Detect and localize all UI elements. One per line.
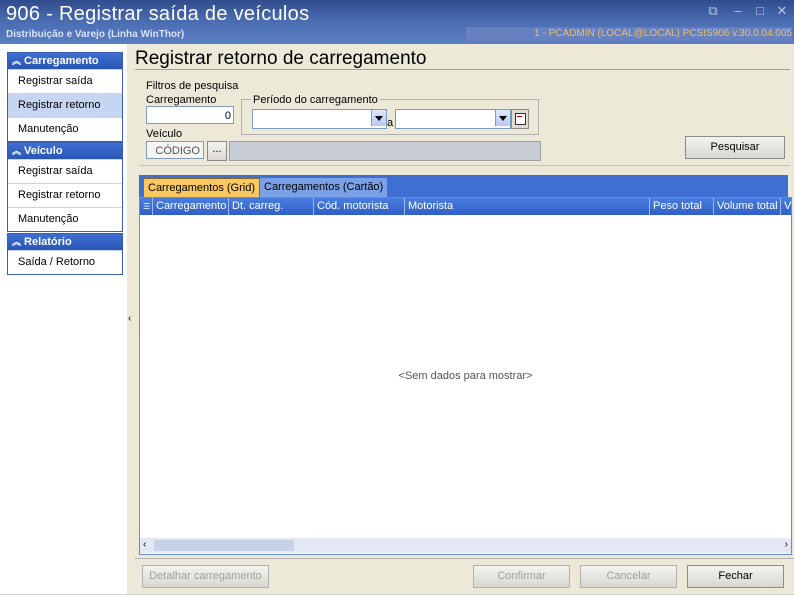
sidebar-group-relatorio: ︽ Relatório Saída / Retorno [7,233,123,275]
sidebar-item-registrar-retorno[interactable]: Registrar retorno [8,93,122,117]
sidebar-item-manutencao[interactable]: Manutenção [8,117,122,141]
date-from-field[interactable] [252,109,387,129]
cancel-button[interactable]: Cancelar [580,565,677,588]
sidebar-item-registrar-saida[interactable]: Registrar saída [8,159,122,183]
sidebar-group-title: Carregamento [24,55,99,67]
window-subtitle: Distribuição e Varejo (Linha WinThor) [6,29,185,40]
sidebar-group-veiculo: ︽ Veículo Registrar saída Registrar retor… [7,142,123,232]
horizontal-scrollbar[interactable]: ‹ › [140,538,791,553]
detail-button[interactable]: Detalhar carregamento [142,565,269,588]
carregamento-label: Carregamento [146,94,217,106]
sidebar-group-title: Veículo [24,145,63,157]
sidebar-group-carregamento: ︽ Carregamento Registrar saída Registrar … [7,52,123,142]
column-header-cod-motorista[interactable]: Cód. motorista [313,198,404,215]
title-bar: 906 - Registrar saída de veículos Distri… [0,0,794,44]
sidebar-item-registrar-retorno[interactable]: Registrar retorno [8,183,122,207]
collapse-arrow-icon[interactable]: ‹ [128,313,131,324]
column-header-volume-total[interactable]: Volume total [713,198,780,215]
sidebar-group-header[interactable]: ︽ Carregamento [8,53,122,69]
sidebar-group-header[interactable]: ︽ Relatório [8,234,122,250]
tab-carregamentos-grid[interactable]: Carregamentos (Grid) [143,178,260,198]
column-header-v[interactable]: V [780,198,792,215]
minimize-button[interactable]: – [730,4,746,18]
column-header-carregamento[interactable]: Carregamento [152,198,229,215]
sidebar: ︽ Carregamento Registrar saída Registrar … [0,44,127,594]
sidebar-item-registrar-saida[interactable]: Registrar saída [8,69,122,93]
scrollbar-thumb[interactable] [154,540,294,551]
chevron-down-icon[interactable] [495,110,510,126]
application-window: 906 - Registrar saída de veículos Distri… [0,0,794,594]
scroll-left-icon[interactable]: ‹ [143,539,146,550]
chevron-up-icon: ︽ [12,146,22,156]
window-title: 906 - Registrar saída de veículos [6,3,310,25]
scroll-right-icon[interactable]: › [785,539,788,550]
empty-grid-message: <Sem dados para mostrar> [398,370,533,382]
column-header-peso-total[interactable]: Peso total [649,198,713,215]
close-button[interactable]: ✕ [774,4,790,18]
confirm-button[interactable]: Confirmar [473,565,570,588]
date-separator: a [387,117,394,129]
sidebar-group-header[interactable]: ︽ Veículo [8,143,122,159]
close-window-button[interactable]: Fechar [687,565,784,588]
veiculo-description-field [229,141,541,161]
periodo-label: Período do carregamento [251,94,380,106]
column-header-motorista[interactable]: Motorista [404,198,649,215]
veiculo-lookup-button[interactable]: ... [207,141,227,161]
footer-bar: Detalhar carregamento Confirmar Cancelar… [135,558,794,595]
date-to-field[interactable] [395,109,511,129]
sidebar-item-manutencao[interactable]: Manutenção [8,207,122,231]
column-header-dt-carreg[interactable]: Dt. carreg. [228,198,313,215]
carregamento-input[interactable]: 0 [146,106,234,124]
main-panel: Registrar retorno de carregamento Filtro… [135,44,794,594]
filters-title: Filtros de pesquisa [146,80,239,92]
chevron-up-icon: ︽ [12,237,22,247]
sidebar-group-title: Relatório [24,236,72,248]
divider [139,165,790,166]
veiculo-code-input[interactable]: CÓDIGO [146,141,204,159]
page-title: Registrar retorno de carregamento [135,48,427,69]
search-button[interactable]: Pesquisar [685,136,785,159]
user-info-text: 1 - PCADMIN (LOCAL@LOCAL) PCSIS906 v.30.… [534,28,792,39]
user-info: 1 - PCADMIN (LOCAL@LOCAL) PCSIS906 v.30.… [466,27,792,41]
divider [135,69,790,70]
tab-bar: Carregamentos (Grid) Carregamentos (Cart… [139,175,788,198]
sidebar-item-saida-retorno[interactable]: Saída / Retorno [8,250,122,274]
maximize-button[interactable]: □ [752,4,768,18]
data-grid: ☰ Carregamento Dt. carreg. Cód. motorist… [139,197,792,555]
restore-icon[interactable]: ⧉ [705,4,721,18]
tab-carregamentos-cartao[interactable]: Carregamentos (Cartão) [260,178,388,197]
chevron-down-icon[interactable] [371,110,386,126]
grid-header: ☰ Carregamento Dt. carreg. Cód. motorist… [140,198,791,215]
grid-menu-icon[interactable]: ☰ [140,198,151,215]
calendar-icon[interactable] [511,109,529,129]
veiculo-label: Veículo [146,128,183,140]
chevron-up-icon: ︽ [12,56,22,66]
sidebar-splitter[interactable]: ‹ [127,44,135,594]
